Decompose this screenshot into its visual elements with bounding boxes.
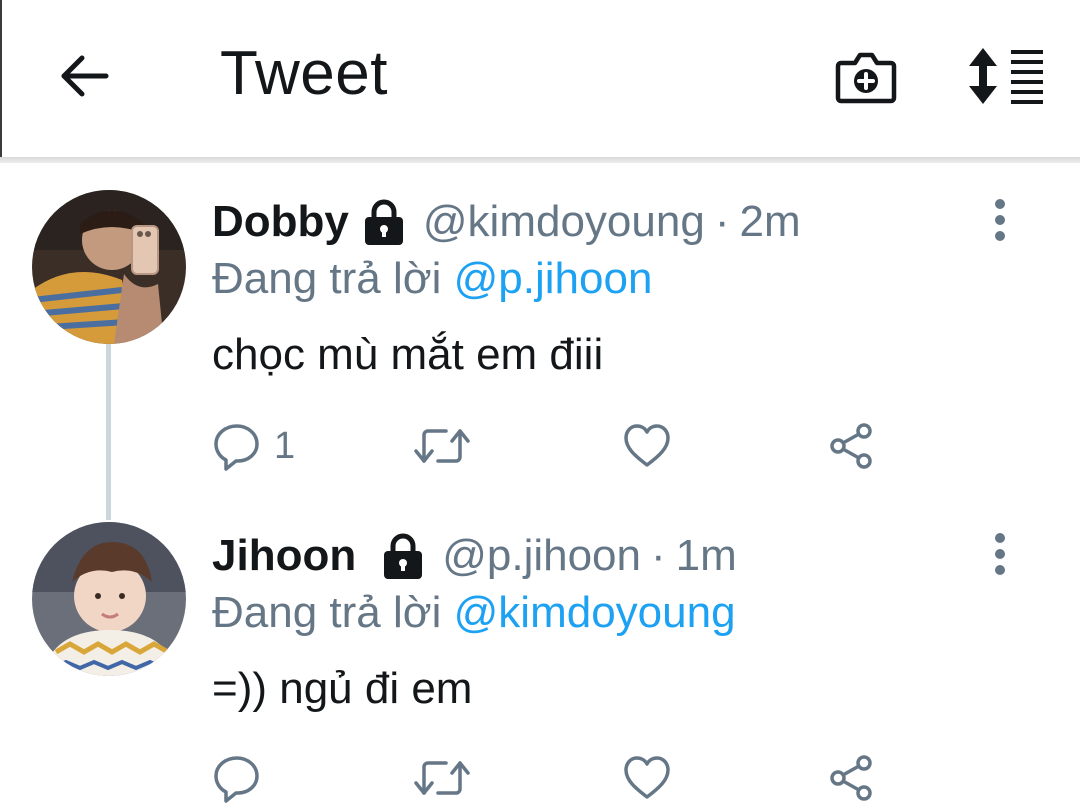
tweet-header: Dobby @kimdoyoung · 2m bbox=[212, 192, 801, 252]
user-handle[interactable]: @p.jihoon bbox=[442, 531, 641, 581]
mention-link[interactable]: @kimdoyoung bbox=[454, 588, 736, 637]
more-vertical-icon bbox=[995, 533, 1005, 575]
more-options-button[interactable] bbox=[980, 524, 1020, 584]
retweet-icon bbox=[414, 429, 470, 463]
share-button[interactable] bbox=[826, 748, 876, 808]
retweet-icon bbox=[414, 761, 470, 795]
arrow-left-icon bbox=[61, 55, 109, 97]
like-button[interactable] bbox=[622, 748, 672, 808]
reply-icon bbox=[214, 424, 259, 471]
mention-link[interactable]: @p.jihoon bbox=[454, 254, 653, 303]
avatar[interactable] bbox=[32, 522, 186, 676]
user-handle[interactable]: @kimdoyoung bbox=[423, 197, 705, 247]
heart-icon bbox=[624, 424, 670, 467]
camera-button[interactable] bbox=[830, 40, 902, 112]
lock-icon bbox=[364, 199, 403, 245]
avatar-photo bbox=[32, 522, 186, 676]
tweet-actions bbox=[212, 748, 912, 808]
heart-icon bbox=[624, 756, 670, 799]
reply-icon bbox=[214, 756, 259, 803]
tweet-screen: Tweet Dobby @kimdoyoung · 2m Đang trả lờ… bbox=[0, 0, 1080, 812]
timestamp[interactable]: 2m bbox=[739, 197, 800, 247]
display-name[interactable]: Jihoon bbox=[212, 531, 356, 581]
separator-dot: · bbox=[714, 197, 730, 246]
replying-prefix: Đang trả lời bbox=[212, 254, 442, 303]
reply-button[interactable] bbox=[212, 748, 274, 808]
more-options-button[interactable] bbox=[980, 190, 1020, 250]
separator-dot: · bbox=[651, 531, 666, 580]
display-name[interactable]: Dobby bbox=[212, 197, 349, 247]
replying-to: Đang trả lời @p.jihoon bbox=[212, 254, 652, 304]
share-icon bbox=[830, 423, 872, 469]
timestamp[interactable]: 1m bbox=[676, 531, 737, 581]
retweet-button[interactable] bbox=[412, 748, 472, 808]
replying-prefix: Đang trả lời bbox=[212, 588, 442, 637]
share-icon bbox=[830, 755, 872, 801]
tweet-text: chọc mù mắt em điii bbox=[212, 330, 604, 379]
replying-to: Đang trả lời @kimdoyoung bbox=[212, 588, 736, 638]
more-vertical-icon bbox=[995, 199, 1005, 241]
sort-list-icon bbox=[969, 48, 1043, 104]
share-button[interactable] bbox=[826, 416, 876, 476]
reply-button[interactable]: 1 bbox=[212, 416, 295, 476]
page-title: Tweet bbox=[220, 39, 388, 108]
window-edge bbox=[0, 0, 2, 158]
top-app-bar: Tweet bbox=[0, 0, 1080, 158]
sort-button[interactable] bbox=[966, 40, 1052, 112]
camera-add-icon bbox=[835, 52, 897, 104]
tweet-header: Jihoon @p.jihoon · 1m bbox=[212, 526, 737, 586]
lock-icon bbox=[384, 533, 423, 579]
avatar[interactable] bbox=[32, 190, 186, 344]
avatar-photo bbox=[32, 190, 186, 344]
like-button[interactable] bbox=[622, 416, 672, 476]
tweet-text: =)) ngủ đi em bbox=[212, 664, 473, 713]
reply-count: 1 bbox=[274, 424, 296, 467]
tweet-actions: 1 bbox=[212, 416, 912, 476]
retweet-button[interactable] bbox=[412, 416, 472, 476]
header-divider bbox=[0, 157, 1080, 163]
back-button[interactable] bbox=[52, 44, 116, 108]
thread-connector bbox=[106, 344, 111, 520]
